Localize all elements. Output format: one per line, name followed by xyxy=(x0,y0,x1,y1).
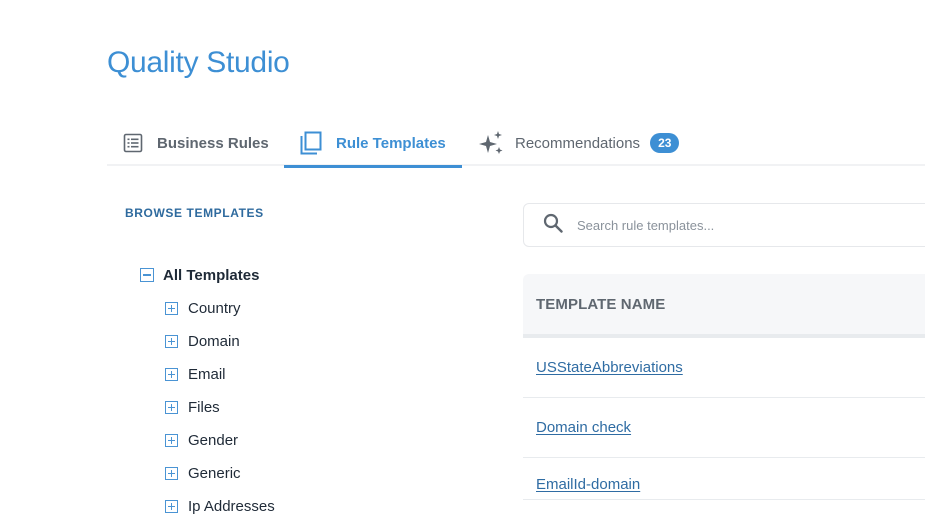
template-link[interactable]: EmailId-domain xyxy=(536,476,640,493)
expand-icon[interactable] xyxy=(165,500,178,513)
collapse-icon[interactable] xyxy=(140,268,154,282)
quality-studio-page: Quality Studio Business Rules Rule Templ… xyxy=(0,0,925,520)
tree-item-generic[interactable]: Generic xyxy=(165,457,275,490)
tab-rule-templates[interactable]: Rule Templates xyxy=(284,120,462,168)
sparkles-icon xyxy=(479,131,505,155)
tab-recommendations-label: Recommendations xyxy=(515,134,641,152)
tree-item-files[interactable]: Files xyxy=(165,391,275,424)
tree-item-ip-addresses[interactable]: Ip Addresses xyxy=(165,490,275,520)
table-row: Domain check xyxy=(523,398,925,458)
tree-item-domain[interactable]: Domain xyxy=(165,325,275,358)
recommendations-count-badge: 23 xyxy=(650,133,680,153)
list-icon xyxy=(123,133,143,153)
expand-icon[interactable] xyxy=(165,335,178,348)
copy-icon xyxy=(300,131,322,155)
tree-item-label: Country xyxy=(188,300,241,317)
page-title: Quality Studio xyxy=(107,46,290,79)
browse-templates-heading: BROWSE TEMPLATES xyxy=(125,206,264,220)
template-link[interactable]: USStateAbbreviations xyxy=(536,359,683,376)
tree-root-all-templates[interactable]: All Templates xyxy=(140,264,275,286)
tree-item-label: Ip Addresses xyxy=(188,498,275,515)
tree-item-label: Gender xyxy=(188,432,239,449)
tree-root-label: All Templates xyxy=(163,266,260,284)
tree-item-label: Email xyxy=(188,366,226,383)
template-search-box[interactable] xyxy=(523,203,925,247)
expand-icon[interactable] xyxy=(165,467,178,480)
expand-icon[interactable] xyxy=(165,368,178,381)
expand-icon[interactable] xyxy=(165,401,178,414)
tab-recommendations[interactable]: Recommendations 23 xyxy=(479,120,680,166)
tab-rule-templates-label: Rule Templates xyxy=(336,134,446,152)
tab-business-rules[interactable]: Business Rules xyxy=(123,120,269,166)
tree-children: Country Domain Email Files Gender Generi… xyxy=(165,292,275,520)
table-row: USStateAbbreviations xyxy=(523,338,925,398)
template-tree: All Templates Country Domain Email Files… xyxy=(140,264,275,520)
tree-item-email[interactable]: Email xyxy=(165,358,275,391)
search-input[interactable] xyxy=(577,217,877,233)
templates-table: TEMPLATE NAME USStateAbbreviations Domai… xyxy=(523,274,925,500)
tree-item-gender[interactable]: Gender xyxy=(165,424,275,457)
tab-business-rules-label: Business Rules xyxy=(157,134,269,152)
tree-item-label: Generic xyxy=(188,465,241,482)
expand-icon[interactable] xyxy=(165,302,178,315)
tree-item-label: Files xyxy=(188,399,220,416)
expand-icon[interactable] xyxy=(165,434,178,447)
column-header-template-name[interactable]: TEMPLATE NAME xyxy=(523,274,925,338)
table-row: EmailId-domain xyxy=(523,458,925,500)
tab-bar: Business Rules Rule Templates Recommenda… xyxy=(107,120,925,168)
tree-item-country[interactable]: Country xyxy=(165,292,275,325)
tree-item-label: Domain xyxy=(188,333,240,350)
template-link[interactable]: Domain check xyxy=(536,419,631,436)
search-icon xyxy=(543,213,563,238)
